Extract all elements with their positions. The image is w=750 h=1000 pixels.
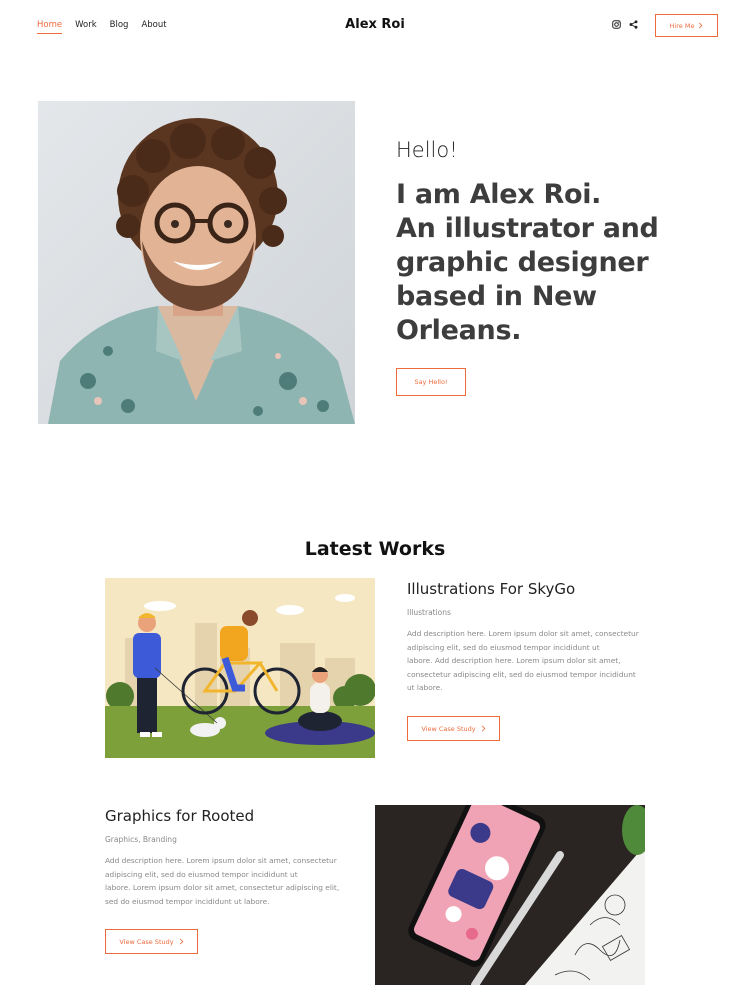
- hire-me-label: Hire Me: [669, 21, 695, 30]
- view-case-study-button[interactable]: View Case Study: [105, 929, 198, 954]
- rooted-graphics-image[interactable]: [375, 805, 645, 985]
- description-line: ut labore.: [407, 683, 443, 692]
- description-line: labore. Lorem ipsum dolor sit amet, cons…: [105, 883, 340, 892]
- view-case-study-button[interactable]: View Case Study: [407, 716, 500, 741]
- share-icon[interactable]: [629, 20, 638, 29]
- chevron-right-icon: [699, 22, 703, 29]
- description-line: adipiscing elit, sed do eiusmod tempor i…: [407, 642, 600, 652]
- description-line: labore. Add description here. Lorem ipsu…: [407, 656, 621, 665]
- description-line: sed do eiusmod tempor incididunt ut labo…: [105, 896, 270, 906]
- description-line: Add description here. Lorem ipsum dolor …: [105, 856, 337, 865]
- hire-me-button[interactable]: Hire Me: [655, 14, 718, 37]
- work-description: Add description here. Lorem ipsum dolor …: [407, 627, 657, 695]
- instagram-icon[interactable]: [612, 20, 621, 29]
- work-category: Graphics, Branding: [105, 835, 177, 844]
- say-hello-button[interactable]: Say Hello!: [396, 368, 466, 396]
- headline-line: graphic designer: [396, 247, 649, 278]
- description-line: consectetur adipiscing elit, sed do eius…: [407, 669, 636, 679]
- button-label: View Case Study: [421, 724, 476, 733]
- chevron-right-icon: [481, 725, 486, 732]
- portrait-photo: [38, 101, 355, 424]
- headline-line: based in New: [396, 281, 597, 312]
- work-title[interactable]: Graphics for Rooted: [105, 807, 254, 825]
- headline-line: An illustrator and: [396, 213, 659, 244]
- headline-line: Orleans.: [396, 315, 522, 346]
- description-line: Add description here. Lorem ipsum dolor …: [407, 629, 639, 638]
- description-line: adipiscing elit, sed do eiusmod tempor i…: [105, 869, 298, 879]
- social-icons: [612, 20, 638, 29]
- headline-line: I am Alex Roi.: [396, 179, 602, 210]
- hero-headline: I am Alex Roi. An illustrator and graphi…: [396, 178, 696, 348]
- button-label: View Case Study: [119, 937, 174, 946]
- work-title[interactable]: Illustrations For SkyGo: [407, 580, 575, 598]
- work-description: Add description here. Lorem ipsum dolor …: [105, 854, 355, 908]
- latest-works-title: Latest Works: [304, 538, 446, 560]
- top-navigation: Home Work Blog About Alex Roi Hire Me: [0, 0, 750, 52]
- work-category: Illustrations: [407, 608, 451, 617]
- chevron-right-icon: [179, 938, 184, 945]
- skygo-illustration-image[interactable]: [105, 578, 375, 758]
- hero-greeting: Hello!: [396, 138, 458, 162]
